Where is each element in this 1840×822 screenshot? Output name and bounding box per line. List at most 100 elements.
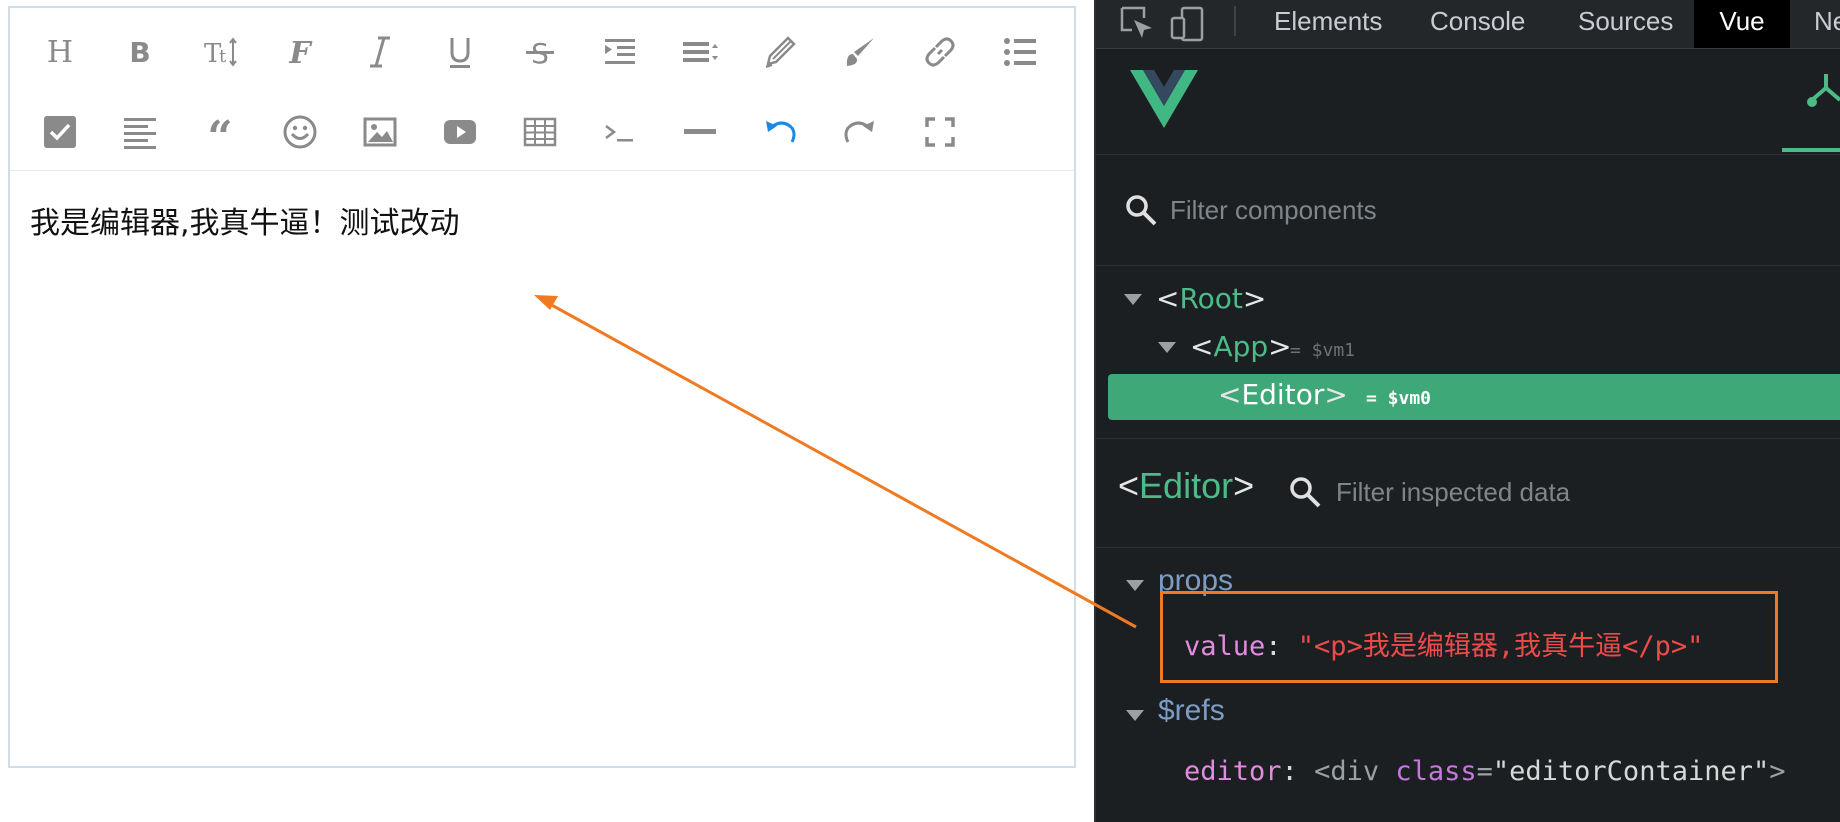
ref-tag-open: <div: [1314, 756, 1396, 787]
divider-icon: [684, 129, 716, 134]
italic-button[interactable]: [350, 22, 410, 82]
svg-text:F: F: [288, 36, 313, 71]
redo-button[interactable]: [830, 102, 890, 162]
tag-close-bracket: >: [1324, 378, 1348, 411]
component-name: Root: [1179, 282, 1243, 315]
editor-toolbar: H B Tt F S: [10, 8, 1074, 171]
heading-button[interactable]: H: [30, 22, 90, 82]
vue-logo-icon: [1130, 70, 1198, 128]
pen-icon: [765, 36, 796, 68]
tag-close-bracket: >: [1268, 330, 1292, 363]
ref-colon: :: [1281, 756, 1315, 787]
tab-console[interactable]: Console: [1430, 0, 1525, 48]
tree-node-app[interactable]: <App> = $vm1: [1096, 326, 1840, 372]
font-family-button[interactable]: F: [270, 22, 330, 82]
inspect-element-icon[interactable]: [1118, 4, 1158, 44]
editor-tag: <Editor>: [1218, 378, 1348, 411]
tree-node-editor-selected[interactable]: <Editor> = $vm0: [1108, 374, 1840, 420]
component-name: App: [1213, 330, 1269, 363]
emoji-button[interactable]: [270, 102, 330, 162]
fullscreen-button[interactable]: [910, 102, 970, 162]
link-icon: [925, 37, 955, 67]
tab-network[interactable]: Ne: [1814, 0, 1840, 48]
video-icon: [444, 120, 476, 144]
undo-icon: [766, 121, 796, 143]
image-button[interactable]: [350, 102, 410, 162]
quote-button[interactable]: “: [190, 102, 250, 162]
tag-open-bracket: <: [1156, 282, 1180, 315]
video-button[interactable]: [430, 102, 490, 162]
ref-tag-close: >: [1769, 756, 1786, 787]
code-button[interactable]: [590, 102, 650, 162]
justify-button[interactable]: [110, 102, 170, 162]
undo-button[interactable]: [750, 102, 810, 162]
line-height-icon: [683, 42, 718, 62]
indent-button[interactable]: [590, 22, 650, 82]
filter-components-bar[interactable]: Filter components: [1096, 155, 1840, 266]
tag-close-bracket: >: [1233, 465, 1255, 506]
tab-sources[interactable]: Sources: [1578, 0, 1673, 48]
search-icon: [1126, 195, 1157, 226]
vue-devtools-header: [1096, 48, 1840, 155]
toolbar-divider: [1234, 6, 1236, 36]
emoji-icon: [283, 115, 317, 149]
background-color-button[interactable]: [830, 22, 890, 82]
inspected-component-title: <Editor>: [1118, 465, 1254, 507]
inspector-header: <Editor> Filter inspected data: [1096, 438, 1840, 548]
filter-inspected-input[interactable]: Filter inspected data: [1336, 477, 1570, 508]
tree-node-root[interactable]: <Root>: [1096, 278, 1840, 324]
root-tag: <Root>: [1156, 282, 1266, 315]
svg-text:H: H: [47, 35, 73, 70]
todo-button[interactable]: [30, 102, 90, 162]
list-button[interactable]: [990, 22, 1050, 82]
strikethrough-button[interactable]: S: [510, 22, 570, 82]
underline-icon: [450, 38, 470, 68]
font-size-icon: Tt: [204, 37, 237, 69]
components-tab-icon[interactable]: [1806, 70, 1840, 110]
active-tab-underline: [1782, 148, 1840, 152]
svg-text:“: “: [207, 112, 232, 152]
font-size-button[interactable]: Tt: [190, 22, 250, 82]
refs-section-title[interactable]: $refs: [1158, 694, 1225, 728]
svg-text:B: B: [129, 36, 150, 69]
device-toolbar-icon[interactable]: [1168, 4, 1208, 44]
expand-caret-icon[interactable]: [1158, 342, 1176, 353]
fullscreen-icon: [925, 117, 955, 147]
quote-icon: “: [207, 112, 232, 152]
underline-button[interactable]: [430, 22, 490, 82]
search-icon: [1290, 477, 1321, 508]
prop-value-row: value: "<p>我是编辑器,我真牛逼</p>": [1184, 624, 1703, 663]
brush-icon: [846, 38, 874, 66]
prop-string-value[interactable]: "<p>我是编辑器,我真牛逼</p>": [1298, 631, 1704, 662]
vm-reference: = $vm1: [1290, 340, 1356, 361]
expand-caret-icon[interactable]: [1124, 294, 1142, 305]
line-height-button[interactable]: [670, 22, 730, 82]
tab-vue[interactable]: Vue: [1694, 0, 1790, 48]
tag-close-bracket: >: [1242, 282, 1267, 315]
code-icon: [605, 125, 633, 142]
editor-content[interactable]: 我是编辑器,我真牛逼！测试改动: [30, 198, 460, 242]
refs-caret-icon[interactable]: [1126, 710, 1144, 721]
tab-elements[interactable]: Elements: [1274, 0, 1382, 48]
prop-colon: :: [1265, 631, 1298, 662]
bold-button[interactable]: B: [110, 22, 170, 82]
filter-components-input[interactable]: Filter components: [1170, 195, 1377, 226]
ref-editor-row: editor: <div class="editorContainer">: [1184, 756, 1786, 787]
link-button[interactable]: [910, 22, 970, 82]
props-caret-icon[interactable]: [1126, 580, 1144, 591]
ref-attr-name: class: [1395, 756, 1477, 787]
divider-button[interactable]: [670, 102, 730, 162]
italic-icon: [370, 36, 390, 68]
devtools-tab-bar: Elements Console Sources Vue Ne: [1096, 0, 1840, 49]
props-section-title[interactable]: props: [1158, 564, 1233, 598]
strikethrough-icon: S: [526, 37, 554, 70]
ref-attr-eq: =: [1476, 756, 1493, 787]
rich-text-editor: H B Tt F S: [8, 6, 1076, 768]
text-color-button[interactable]: [750, 22, 810, 82]
table-button[interactable]: [510, 102, 570, 162]
vm-reference: = $vm0: [1366, 388, 1432, 409]
list-icon: [1004, 38, 1036, 66]
prop-key: value: [1184, 631, 1266, 662]
indent-icon: [605, 39, 635, 64]
bold-icon: B: [129, 36, 150, 69]
